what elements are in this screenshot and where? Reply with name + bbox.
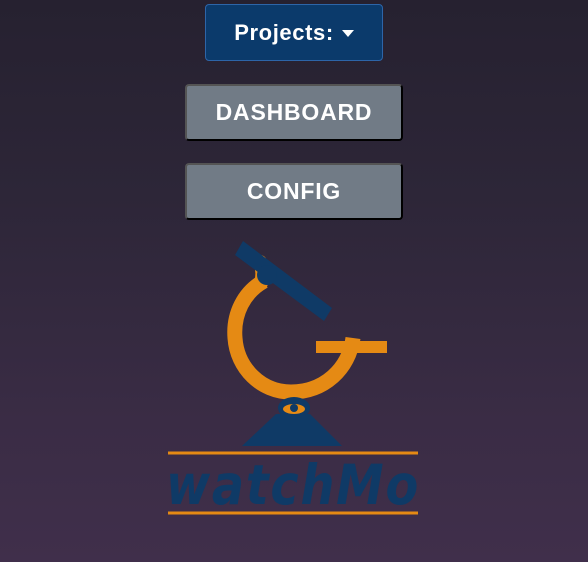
dashboard-button[interactable]: DASHBOARD: [185, 84, 403, 141]
microscope-base: [242, 414, 342, 446]
page: Projects: DASHBOARD CONFIG watchMo: [0, 0, 588, 562]
brand-text: watchMo: [166, 453, 420, 517]
microscope-joint: [257, 265, 277, 285]
caret-down-icon: [341, 30, 354, 37]
microscope-logo-icon: watchMo: [166, 241, 420, 517]
microscope-tube: [235, 241, 332, 321]
config-button[interactable]: CONFIG: [185, 163, 403, 220]
watchmo-logo: watchMo: [166, 241, 422, 518]
eye-pupil: [290, 404, 298, 412]
projects-dropdown-label: Projects:: [234, 19, 334, 45]
projects-dropdown-button[interactable]: Projects:: [205, 4, 383, 61]
microscope-stage-bar: [316, 341, 387, 353]
